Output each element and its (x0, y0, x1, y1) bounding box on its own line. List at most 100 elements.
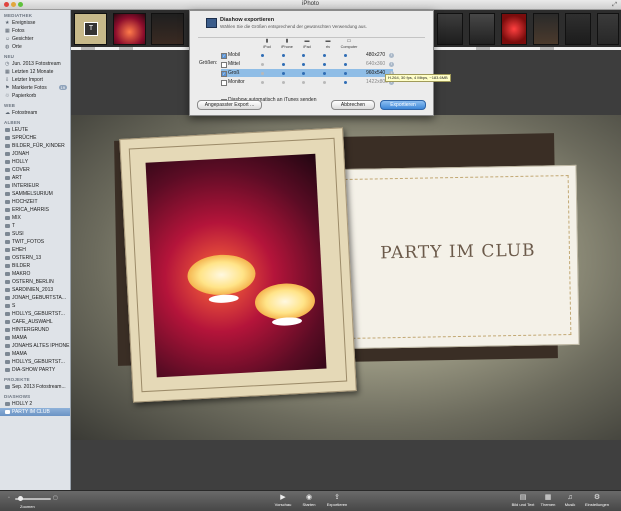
sidebar-item[interactable]: Sep. 2013 Fotostream... (0, 383, 70, 391)
sidebar-item[interactable]: ◷ Jun. 2013 Fotostream (0, 60, 70, 68)
sidebar-item[interactable]: ♲ Papierkorb (0, 92, 70, 100)
close-window-button[interactable] (4, 2, 9, 7)
sidebar-item[interactable]: HOCHZEIT (0, 198, 70, 206)
sidebar-item[interactable]: HOLLYS_GEBURTST... (0, 310, 70, 318)
sidebar-item[interactable]: TWIT_FOTOS (0, 238, 70, 246)
info-icon[interactable]: i (389, 52, 394, 58)
sidebar-item[interactable]: SPRÜCHE (0, 134, 70, 142)
size-row[interactable]: Monitor1422x800i (221, 78, 394, 86)
size-row[interactable]: Mittel 640x360 i (221, 60, 394, 68)
sidebar-item[interactable]: ERICA_HARRIS (0, 206, 70, 214)
sidebar-item[interactable]: BILDER_FÜR_KINDER (0, 142, 70, 150)
sidebar-item[interactable]: INTERIEUR (0, 182, 70, 190)
album-icon (5, 320, 10, 324)
sidebar-item-label: SARDINIEN_2013 (12, 287, 54, 293)
sidebar-item[interactable]: MAMA (0, 350, 70, 358)
info-icon[interactable]: i (389, 61, 394, 67)
sidebar-item[interactable]: BILDER (0, 262, 70, 270)
sidebar-item[interactable]: HOLLY 2 (0, 400, 70, 408)
sidebar-item[interactable]: ◍ Orte (0, 43, 70, 51)
sidebar-item[interactable]: OSTERN_13 (0, 254, 70, 262)
album-icon (5, 360, 10, 364)
sidebar-item[interactable]: MAMA (0, 334, 70, 342)
slide-thumbnail[interactable] (151, 13, 184, 45)
slide-thumbnail[interactable] (501, 13, 527, 45)
cancel-button[interactable]: Abbrechen (331, 100, 375, 110)
sidebar-item-label: JONAH (12, 151, 29, 157)
size-dimensions: 480x270 (366, 52, 386, 58)
device-ipad: ▬ iPad (298, 39, 316, 50)
sidebar-item[interactable]: HOLLYS_GEBURTST... (0, 358, 70, 366)
sidebar-item-label: EHEH (12, 247, 26, 253)
sidebar-item-label: BILDER (12, 263, 31, 269)
size-row[interactable]: ✓ Groß 960x540 i (221, 69, 394, 77)
zoom-in-icon[interactable]: ▢ (53, 495, 58, 502)
sidebar-item[interactable]: T (0, 222, 70, 230)
preview-button[interactable]: ▶ Vorschau (270, 493, 296, 507)
sidebar-item[interactable]: S (0, 302, 70, 310)
size-row[interactable]: ✓ Mobil 480x270 i (221, 51, 394, 59)
slide-thumbnail[interactable] (437, 13, 463, 45)
size-checkbox[interactable] (221, 79, 227, 86)
start-button[interactable]: ◉ Starten (296, 493, 322, 507)
size-checkbox[interactable]: ✓ (221, 52, 227, 59)
album-icon (5, 232, 10, 236)
sidebar-item[interactable]: MIX (0, 214, 70, 222)
sidebar-item[interactable]: HINTERGRUND (0, 326, 70, 334)
zoom-knob[interactable] (18, 496, 23, 501)
custom-export-button[interactable]: Angepasster Export ... (197, 100, 262, 110)
slide-thumbnail[interactable] (533, 13, 559, 45)
slide-thumbnail[interactable] (565, 13, 591, 45)
sidebar-item[interactable]: ▦ Letzten 12 Monate (0, 68, 70, 76)
size-checkbox[interactable]: ✓ (221, 70, 227, 77)
sidebar-item[interactable]: JONAH_GEBURTSTA... (0, 294, 70, 302)
zoom-out-icon[interactable]: ▫ (8, 495, 10, 502)
music-button[interactable]: ♫ Musik (557, 493, 583, 507)
zoom-window-button[interactable] (18, 2, 23, 7)
minimize-window-button[interactable] (11, 2, 16, 7)
sidebar-item[interactable]: ▦ Fotos (0, 27, 70, 35)
export-toolbar-button[interactable]: ⇪ Exportieren (324, 493, 350, 507)
sidebar-item[interactable]: ⇩ Letzter Import (0, 76, 70, 84)
fullscreen-icon[interactable]: ⤢ (612, 1, 617, 10)
sidebar-item[interactable]: COVER (0, 166, 70, 174)
sidebar-item[interactable]: EHEH (0, 246, 70, 254)
sidebar-item[interactable]: PARTY IM CLUB (0, 408, 70, 416)
album-icon (5, 368, 10, 372)
sidebar-item[interactable]: DIA-SHOW PARTY (0, 366, 70, 374)
sidebar-item[interactable]: JONAHS ALTES IPHONE (0, 342, 70, 350)
album-icon (5, 200, 10, 204)
sidebar-item[interactable]: JONAH (0, 150, 70, 158)
slide-thumbnail[interactable]: T (74, 13, 107, 45)
sidebar-item[interactable]: OSTERN_BERLIN (0, 278, 70, 286)
sidebar-item[interactable]: LEUTE (0, 126, 70, 134)
dialog-title: Diashow exportieren (220, 17, 275, 23)
device-appletv: ▬ ▪tv (319, 39, 337, 50)
sidebar-item[interactable]: CAFE_AUSWAHL (0, 318, 70, 326)
slide-thumbnail[interactable] (113, 13, 146, 45)
text-button[interactable]: ▤ Bild und Text (510, 493, 536, 507)
title-bar: iPhoto ⤢ (0, 0, 621, 10)
slide-preview[interactable]: PARTY IM CLUB (71, 115, 621, 440)
sidebar-item[interactable]: SAMMELSURIUM (0, 190, 70, 198)
sidebar-item[interactable]: ☁ Fotostream (0, 109, 70, 117)
settings-button[interactable]: ⚙ Einstellungen (584, 493, 610, 507)
album-icon (5, 144, 10, 148)
sidebar-item[interactable]: ★ Ereignisse (0, 19, 70, 27)
slide-thumbnail[interactable] (597, 13, 619, 45)
sidebar-item-label: OSTERN_BERLIN (12, 279, 54, 285)
sidebar-item-label: ERICA_HARRIS (12, 207, 49, 213)
export-button[interactable]: Exportieren (380, 100, 426, 110)
sidebar-item[interactable]: SARDINIEN_2013 (0, 286, 70, 294)
sidebar-item[interactable]: SUSI (0, 230, 70, 238)
ipod-icon: ▮ (265, 38, 269, 44)
sidebar-item[interactable]: ART (0, 174, 70, 182)
sidebar-item-label: Ereignisse (12, 20, 36, 26)
sidebar-item[interactable]: HOLLY (0, 158, 70, 166)
sidebar-item[interactable]: ☺ Gesichter (0, 35, 70, 43)
slide-thumbnail[interactable] (469, 13, 495, 45)
sidebar-item-label: JONAHS ALTES IPHONE (12, 343, 70, 349)
size-checkbox[interactable] (221, 61, 227, 68)
sidebar-item[interactable]: ⚑ Markierte Fotos 19 (0, 84, 70, 92)
sidebar-item[interactable]: MAKRO (0, 270, 70, 278)
